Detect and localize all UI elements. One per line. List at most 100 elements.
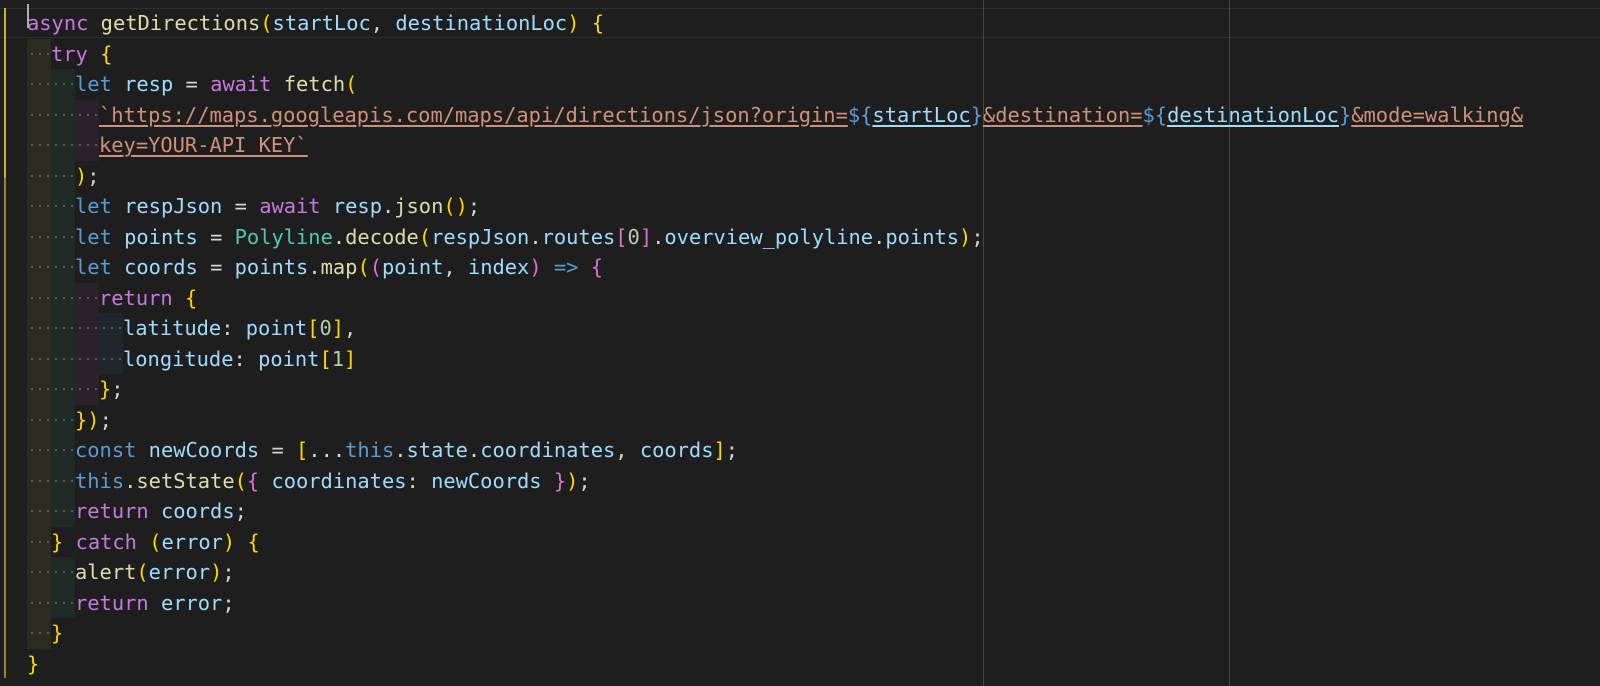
code-token: ;	[222, 560, 235, 584]
code-line[interactable]: this.setState({ coordinates: newCoords }…	[0, 465, 1600, 496]
code-line[interactable]: });	[0, 404, 1600, 435]
whitespace-dot	[47, 510, 49, 512]
code-line[interactable]: );	[0, 160, 1600, 191]
indent-guide	[27, 496, 51, 527]
whitespace-dot	[39, 83, 41, 85]
code-line[interactable]: longitude: point[1]	[0, 343, 1600, 375]
indent-guide	[27, 374, 51, 405]
indent-guide	[51, 374, 75, 405]
code-token: `https://maps.googleapis.com/maps/api/di…	[99, 102, 848, 127]
code-line[interactable]: async getDirections(startLoc, destinatio…	[0, 8, 1600, 39]
indent-guide	[99, 313, 123, 344]
code-line[interactable]: const newCoords = [...this.state.coordin…	[0, 435, 1600, 466]
code-token: =	[234, 194, 247, 218]
code-text: longitude: point[1]	[123, 344, 356, 375]
whitespace-dot	[71, 83, 73, 85]
code-line[interactable]: let points = Polyline.decode(respJson.ro…	[0, 221, 1600, 252]
code-token: respJson	[431, 224, 530, 249]
code-token: try	[51, 41, 88, 66]
whitespace-dot	[47, 174, 49, 177]
whitespace-dot	[31, 205, 33, 207]
code-token: }	[75, 407, 88, 432]
indent-guide	[51, 404, 75, 435]
code-token: (	[418, 224, 432, 249]
code-token: this	[345, 438, 395, 462]
code-token: point	[382, 255, 444, 279]
code-token: }	[51, 529, 64, 554]
whitespace-dot	[47, 357, 49, 360]
code-line[interactable]: try {	[0, 38, 1600, 70]
whitespace-dot	[87, 357, 89, 360]
code-line[interactable]: let respJson = await resp.json();	[0, 191, 1600, 222]
code-line[interactable]: alert(error);	[0, 557, 1600, 588]
indent-guide	[75, 374, 99, 405]
code-text: let respJson = await resp.json();	[75, 191, 480, 222]
whitespace-dot	[39, 327, 41, 329]
code-token: {	[246, 468, 260, 493]
code-token: {	[591, 11, 605, 35]
code-token: overview_polyline	[664, 224, 874, 249]
whitespace-dot	[31, 449, 33, 451]
code-line[interactable]: latitude: point[0],	[0, 313, 1600, 344]
code-token: ;	[99, 407, 112, 432]
indent-guide	[27, 404, 51, 435]
whitespace-dot	[39, 52, 41, 55]
whitespace-dot	[103, 357, 105, 360]
whitespace-dot	[39, 449, 41, 451]
code-token: ]	[331, 316, 345, 340]
whitespace-dot	[31, 235, 33, 238]
code-token: (	[345, 72, 358, 96]
whitespace-dot	[71, 449, 73, 451]
code-text: }	[51, 618, 63, 649]
code-line[interactable]: }	[0, 649, 1600, 680]
indent-guide	[27, 282, 51, 313]
code-token: }	[99, 377, 112, 401]
code-text: let resp = await fetch(	[75, 69, 357, 100]
code-line[interactable]: `https://maps.googleapis.com/maps/api/di…	[0, 99, 1600, 130]
whitespace-dot	[95, 113, 97, 116]
whitespace-dot	[63, 510, 65, 512]
code-line[interactable]: key=YOUR-API_KEY`	[0, 130, 1600, 161]
whitespace-dot	[31, 266, 33, 268]
code-token: setState	[136, 468, 235, 493]
whitespace-dot	[47, 571, 49, 573]
code-line[interactable]: };	[0, 374, 1600, 405]
whitespace-dot	[31, 113, 33, 116]
code-token: destinationLoc	[1167, 102, 1339, 127]
code-text: return error;	[75, 588, 235, 619]
code-token: ${	[1142, 102, 1168, 127]
code-token: &mode=walking&	[1351, 102, 1524, 127]
code-token: Polyline	[234, 224, 333, 249]
code-text: try {	[51, 39, 112, 70]
code-area[interactable]: async getDirections(startLoc, destinatio…	[0, 8, 1600, 679]
code-line[interactable]: let coords = points.map((point, index) =…	[0, 252, 1600, 283]
code-line[interactable]: }	[0, 618, 1600, 649]
code-line[interactable]: return error;	[0, 587, 1600, 619]
code-line[interactable]: } catch (error) {	[0, 526, 1600, 558]
code-token: ,	[344, 316, 357, 340]
whitespace-dot	[31, 418, 33, 421]
whitespace-dot	[95, 388, 97, 390]
code-line[interactable]: return {	[0, 282, 1600, 313]
code-editor[interactable]: async getDirections(startLoc, destinatio…	[0, 0, 1600, 686]
code-text: } catch (error) {	[51, 527, 260, 558]
whitespace-dot	[47, 418, 49, 421]
whitespace-dot	[47, 205, 49, 207]
code-token: )	[75, 163, 88, 188]
code-line[interactable]: return coords;	[0, 496, 1600, 527]
code-token: points	[234, 255, 309, 279]
code-text: latitude: point[0],	[123, 313, 356, 344]
whitespace-dot	[95, 357, 97, 360]
whitespace-dot	[71, 510, 73, 512]
whitespace-dot	[63, 266, 65, 268]
code-line[interactable]: let resp = await fetch(	[0, 69, 1600, 100]
whitespace-dot	[47, 601, 49, 604]
